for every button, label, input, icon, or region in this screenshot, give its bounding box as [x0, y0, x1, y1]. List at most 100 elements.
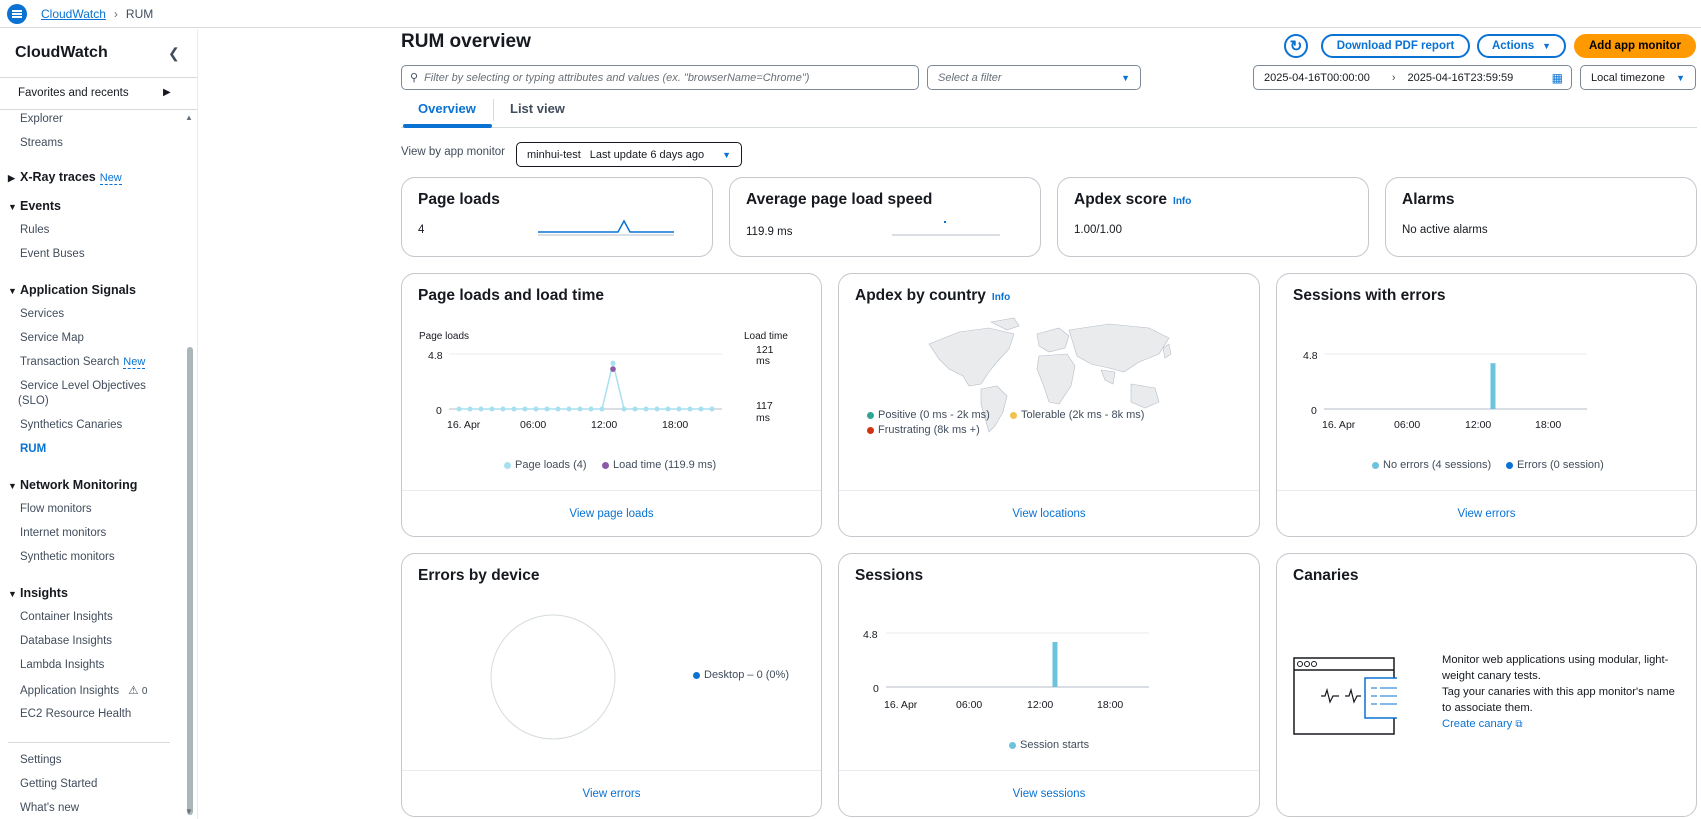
sidebar-item-rum[interactable]: RUM — [20, 443, 46, 455]
sidebar-item-internet-monitors[interactable]: Internet monitors — [20, 527, 106, 539]
sidebar-item-getting-started[interactable]: Getting Started — [20, 778, 97, 790]
sidebar-section-xray[interactable]: ▶ X-Ray traces New — [8, 170, 122, 185]
sidebar-item-explorer[interactable]: Explorer — [20, 113, 63, 125]
page-loads-point — [643, 406, 649, 412]
sessions-errors-chart — [1324, 353, 1587, 410]
sidebar-item-settings[interactable]: Settings — [20, 754, 62, 766]
sidebar-item-service-map[interactable]: Service Map — [20, 332, 84, 344]
page-loads-point — [599, 406, 605, 412]
sidebar-item-flow-monitors[interactable]: Flow monitors — [20, 503, 92, 515]
page-loads-point — [566, 406, 572, 412]
avg-page-load-speed-card: Average page load speed 119.9 ms — [729, 177, 1041, 257]
chevron-right-icon: › — [1391, 71, 1396, 84]
canaries-text-2: Tag your canaries with this app monitor'… — [1442, 686, 1675, 714]
sidebar-item-streams[interactable]: Streams — [20, 137, 63, 149]
sidebar-scrollbar[interactable] — [187, 347, 193, 815]
menu-icon[interactable] — [7, 3, 27, 24]
tab-list-view[interactable]: List view — [510, 101, 565, 116]
search-input[interactable]: ⚲ Filter by selecting or typing attribute… — [401, 65, 919, 90]
legend-swatch — [867, 411, 874, 419]
alarms-card: Alarms No active alarms — [1385, 177, 1697, 257]
breadcrumb-current: RUM — [125, 6, 154, 21]
view-sessions-link[interactable]: View sessions — [839, 770, 1259, 816]
sidebar-item-rules[interactable]: Rules — [20, 224, 49, 236]
legend-page-loads: Page loads (4) — [504, 459, 587, 471]
x-tick: 12:00 — [1027, 699, 1054, 711]
page-loads-point — [610, 360, 616, 366]
x-tick: 18:00 — [1097, 699, 1124, 711]
sidebar-item-synthetics-canaries[interactable]: Synthetics Canaries — [20, 419, 122, 431]
download-pdf-button[interactable]: Download PDF report — [1321, 34, 1470, 58]
calendar-icon[interactable]: ▦ — [1552, 71, 1563, 85]
sidebar-item-container-insights[interactable]: Container Insights — [20, 611, 113, 623]
app-monitor-select[interactable]: minhui-test Last update 6 days ago ▼ — [516, 142, 742, 167]
caret-down-icon: ▼ — [722, 149, 731, 160]
page-loads-point — [467, 406, 473, 412]
pie-slice-desktop — [490, 614, 616, 740]
view-page-loads-link[interactable]: View page loads — [402, 490, 821, 536]
card-title: Apdex by country Info — [855, 287, 1011, 304]
chevron-left-icon[interactable]: ❮ — [168, 45, 180, 62]
caret-down-icon: ▼ — [8, 286, 17, 296]
sidebar-item-synthetic-monitors[interactable]: Synthetic monitors — [20, 551, 115, 563]
speed-sparkline — [892, 221, 1000, 236]
legend-swatch — [693, 671, 700, 679]
date-end[interactable]: 2025-04-16T23:59:59 — [1407, 72, 1513, 84]
page-loads-point — [478, 406, 484, 412]
sidebar-item-whats-new[interactable]: What's new — [20, 802, 79, 814]
sidebar-item-lambda-insights[interactable]: Lambda Insights — [20, 659, 104, 671]
info-link[interactable]: Info — [1173, 196, 1191, 207]
active-tab-indicator — [403, 124, 492, 128]
date-start[interactable]: 2025-04-16T00:00:00 — [1264, 72, 1370, 84]
page-loads-point — [533, 406, 539, 412]
page-loads-point — [577, 406, 583, 412]
page-loads-point — [632, 406, 638, 412]
sidebar-section-events[interactable]: ▼ Events — [8, 199, 61, 213]
sidebar-item-event-buses[interactable]: Event Buses — [20, 248, 85, 260]
x-tick: 06:00 — [1394, 419, 1421, 431]
sidebar-item-application-insights[interactable]: Application Insights ⚠ 0 — [20, 683, 147, 697]
date-range-picker[interactable]: 2025-04-16T00:00:00 › 2025-04-16T23:59:5… — [1253, 65, 1572, 90]
page-loads-point — [709, 406, 715, 412]
timezone-select[interactable]: Local timezone ▼ — [1580, 65, 1696, 90]
sidebar-section-network-monitoring[interactable]: ▼ Network Monitoring — [8, 478, 137, 492]
scroll-up-icon[interactable]: ▲ — [185, 113, 193, 122]
sidebar-section-application-signals[interactable]: ▼ Application Signals — [8, 283, 136, 297]
page-loads-card: Page loads 4 — [401, 177, 713, 257]
card-title: Page loads — [418, 191, 500, 208]
sidebar-section-insights[interactable]: ▼ Insights — [8, 586, 68, 600]
sidebar-item-database-insights[interactable]: Database Insights — [20, 635, 112, 647]
caret-down-icon: ▼ — [1676, 72, 1685, 83]
sidebar-favorites[interactable]: Favorites and recents — [18, 87, 129, 99]
tab-overview[interactable]: Overview — [418, 101, 476, 116]
card-title: Canaries — [1293, 567, 1359, 584]
view-errors-link[interactable]: View errors — [1277, 490, 1696, 536]
sidebar-item-slo-suffix[interactable]: (SLO) — [18, 395, 49, 407]
caret-right-icon[interactable]: ▶ — [163, 87, 171, 98]
page-loads-point — [489, 406, 495, 412]
scroll-down-icon[interactable]: ▼ — [185, 807, 193, 816]
add-app-monitor-button[interactable]: Add app monitor — [1574, 34, 1696, 58]
actions-button[interactable]: Actions ▼ — [1477, 34, 1566, 58]
caret-down-icon: ▼ — [1121, 72, 1130, 83]
divider — [8, 742, 170, 743]
view-errors-link[interactable]: View errors — [402, 770, 821, 816]
info-link[interactable]: Info — [992, 292, 1010, 303]
sessions-chart — [886, 632, 1149, 688]
x-tick: 12:00 — [591, 419, 618, 431]
canaries-text-1: Monitor web applications using modular, … — [1442, 654, 1669, 682]
sidebar-item-transaction-search[interactable]: Transaction Search New — [20, 356, 146, 369]
refresh-icon[interactable]: ↻ — [1284, 34, 1308, 58]
create-canary-link[interactable]: Create canary ⧉ — [1442, 716, 1687, 733]
legend-tolerable: Tolerable (2k ms - 8k ms) — [1010, 409, 1144, 421]
breadcrumb-cloudwatch[interactable]: CloudWatch — [41, 7, 106, 21]
sidebar-item-services[interactable]: Services — [20, 308, 64, 320]
card-title: Average page load speed — [746, 191, 933, 208]
x-tick: 16. Apr — [447, 419, 481, 431]
sidebar-item-slo[interactable]: Service Level Objectives — [20, 380, 146, 392]
sidebar-item-ec2-resource-health[interactable]: EC2 Resource Health — [20, 708, 131, 720]
view-locations-link[interactable]: View locations — [839, 490, 1259, 536]
errors-by-device-card: Errors by device Desktop – 0 (0%) View e… — [401, 553, 822, 817]
filter-select[interactable]: Select a filter ▼ — [927, 65, 1141, 90]
legend-swatch — [1372, 461, 1379, 469]
